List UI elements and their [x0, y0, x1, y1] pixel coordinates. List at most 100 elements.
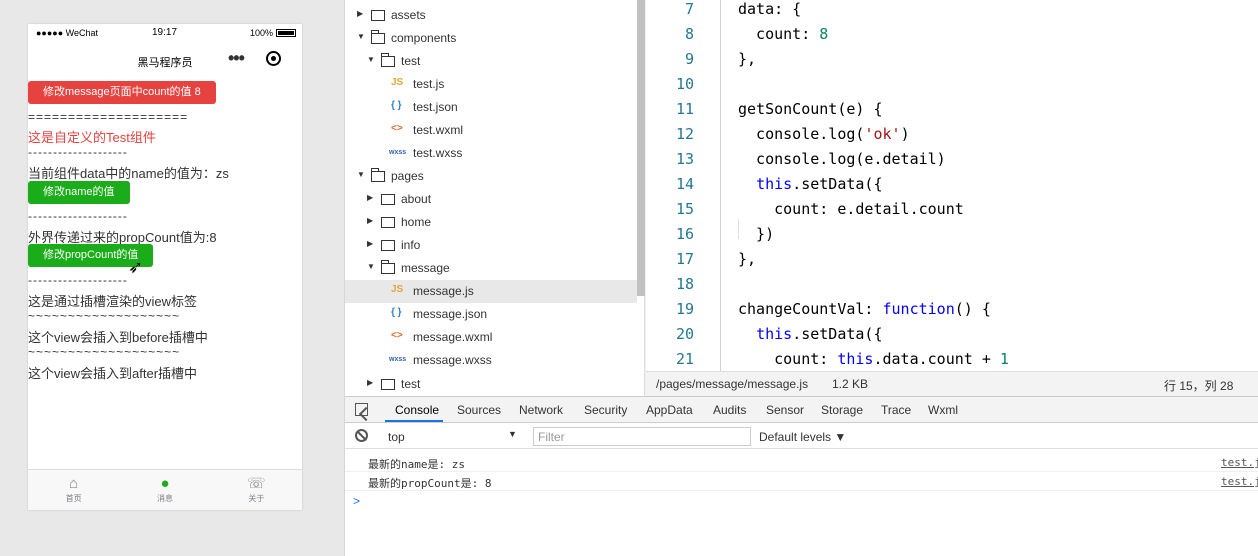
tree-label: test: [401, 377, 421, 391]
tree-file-test-wxss[interactable]: wxss test.wxss: [345, 142, 637, 165]
tab-sources[interactable]: Sources: [457, 403, 501, 417]
tree-label: components: [391, 31, 457, 45]
console-prompt[interactable]: >: [353, 494, 360, 508]
code-line: 11 getSonCount(e) {: [646, 100, 1258, 125]
line-number: 9: [684, 50, 694, 68]
log-message: 最新的name是: zs: [368, 458, 465, 471]
tree-folder-home[interactable]: ▶ home: [345, 211, 637, 234]
context-select[interactable]: top: [388, 430, 405, 444]
tree-folder-info[interactable]: ▶ info: [345, 234, 637, 257]
simulator-panel: ●●●●● WeChat 19:17 100% 黑马程序员 ••• 修改mess…: [0, 0, 345, 556]
tree-file-message-wxml[interactable]: <> message.wxml: [345, 326, 637, 349]
signal-text: ●●●●● WeChat: [36, 28, 99, 38]
line-number: 19: [675, 300, 694, 318]
code-line: 12 console.log('ok'): [646, 125, 1258, 150]
cursor-position: 行 15，列 28: [1164, 379, 1234, 393]
tab-audits[interactable]: Audits: [713, 403, 746, 417]
code-token: this: [756, 175, 793, 193]
separator-dash-2: --------------------: [28, 209, 128, 223]
tree-file-message-json[interactable]: { } message.json: [345, 303, 637, 326]
battery: 100%: [250, 28, 296, 38]
code-line: 21 count: this.data.count + 1: [646, 350, 1258, 371]
log-source-link[interactable]: test.js: [1221, 475, 1258, 488]
inspect-icon[interactable]: [355, 403, 368, 416]
tree-folder-test-page[interactable]: ▶ test: [345, 373, 637, 396]
code-text: this.setData({: [738, 325, 882, 343]
code-line: 15 count: e.detail.count: [646, 200, 1258, 225]
folder-icon: [381, 194, 395, 205]
code-line: 10: [646, 75, 1258, 100]
dropdown-arrow-icon[interactable]: ▼: [508, 429, 517, 439]
tab-console[interactable]: Console: [395, 403, 439, 417]
close-target-icon[interactable]: [266, 51, 281, 66]
code-token: ): [900, 125, 910, 143]
separator-tilde-1: ~~~~~~~~~~~~~~~~~~~: [28, 309, 181, 323]
tab-about[interactable]: ☏ 关于: [211, 470, 302, 510]
tree-folder-test[interactable]: ▼ test: [345, 50, 637, 73]
line-number: 13: [675, 150, 694, 168]
code-line: 13 console.log(e.detail): [646, 150, 1258, 175]
line-number: 11: [675, 100, 694, 118]
code-text: console.log('ok'): [738, 125, 910, 143]
tree-folder-components[interactable]: ▼ components: [345, 27, 637, 50]
tab-wxml[interactable]: Wxml: [928, 403, 958, 417]
line-number: 14: [675, 175, 694, 193]
devtools-panel: Console Sources Network Security AppData…: [345, 396, 1258, 556]
tree-file-test-json[interactable]: { } test.json: [345, 96, 637, 119]
line-number: 16: [675, 225, 694, 243]
console-filter-input[interactable]: Filter: [533, 427, 751, 446]
tab-network[interactable]: Network: [519, 403, 563, 417]
log-source-link[interactable]: test.js: [1221, 456, 1258, 469]
line-number: 21: [675, 350, 694, 368]
tree-label: message.wxss: [413, 353, 492, 367]
clear-console-icon[interactable]: [355, 429, 368, 442]
code-token: 8: [819, 25, 829, 43]
tree-label: test.wxml: [413, 123, 464, 137]
log-message: 最新的propCount是: 8: [368, 477, 492, 490]
update-count-button[interactable]: 修改message页面中count的值 8: [28, 81, 216, 104]
code-editor[interactable]: 7 data: { 8 count: 8 9}, 10 11 getSonCount…: [646, 0, 1258, 371]
code-token: console.log(: [738, 125, 865, 143]
line-number: 12: [675, 125, 694, 143]
active-tab-indicator: [385, 420, 443, 422]
file-size: 1.2 KB: [832, 377, 869, 391]
json-file-icon: { }: [391, 100, 402, 111]
tab-home[interactable]: ⌂ 首页: [28, 470, 119, 510]
filetree-scrollbar[interactable]: [637, 0, 645, 296]
tab-appdata[interactable]: AppData: [646, 403, 693, 417]
tree-label: pages: [391, 169, 424, 183]
more-dots-icon[interactable]: •••: [228, 48, 245, 69]
tree-folder-message[interactable]: ▼ message: [345, 257, 637, 280]
chevron-down-icon: ▼: [367, 55, 375, 64]
tab-storage[interactable]: Storage: [821, 403, 863, 417]
tree-label: test.json: [413, 100, 458, 114]
update-name-button[interactable]: 修改name的值: [28, 181, 130, 204]
code-token: .data.count +: [873, 350, 1000, 368]
tree-file-test-js[interactable]: JS test.js: [345, 73, 637, 96]
tree-file-test-wxml[interactable]: <> test.wxml: [345, 119, 637, 142]
name-text: 当前组件data中的name的值为：zs: [28, 166, 229, 181]
code-line: 18: [646, 275, 1258, 300]
slot-view-text: 这是通过插槽渲染的view标签: [28, 294, 198, 309]
tab-trace[interactable]: Trace: [881, 403, 911, 417]
tab-message[interactable]: ● 消息: [119, 470, 210, 510]
log-levels-select[interactable]: Default levels ▼: [759, 430, 846, 444]
code-line: 17},: [646, 250, 1258, 275]
tree-folder-assets[interactable]: ▶ assets: [345, 4, 637, 27]
battery-icon: [276, 29, 296, 37]
js-file-icon: JS: [391, 77, 404, 88]
tree-folder-about[interactable]: ▶ about: [345, 188, 637, 211]
code-token: count:: [738, 25, 820, 43]
code-token: function: [882, 300, 955, 318]
code-line: 8 count: 8: [646, 25, 1258, 50]
tab-security[interactable]: Security: [584, 403, 627, 417]
separator-dash-3: --------------------: [28, 273, 128, 287]
tree-label: test.wxss: [413, 146, 463, 160]
tree-file-message-wxss[interactable]: wxss message.wxss: [345, 349, 637, 372]
code-text: count: e.detail.count: [738, 200, 964, 218]
tree-file-message-js[interactable]: JS message.js: [345, 280, 637, 303]
code-text: this.setData({: [738, 175, 882, 193]
tree-folder-pages[interactable]: ▼ pages: [345, 165, 637, 188]
tab-sensor[interactable]: Sensor: [766, 403, 804, 417]
